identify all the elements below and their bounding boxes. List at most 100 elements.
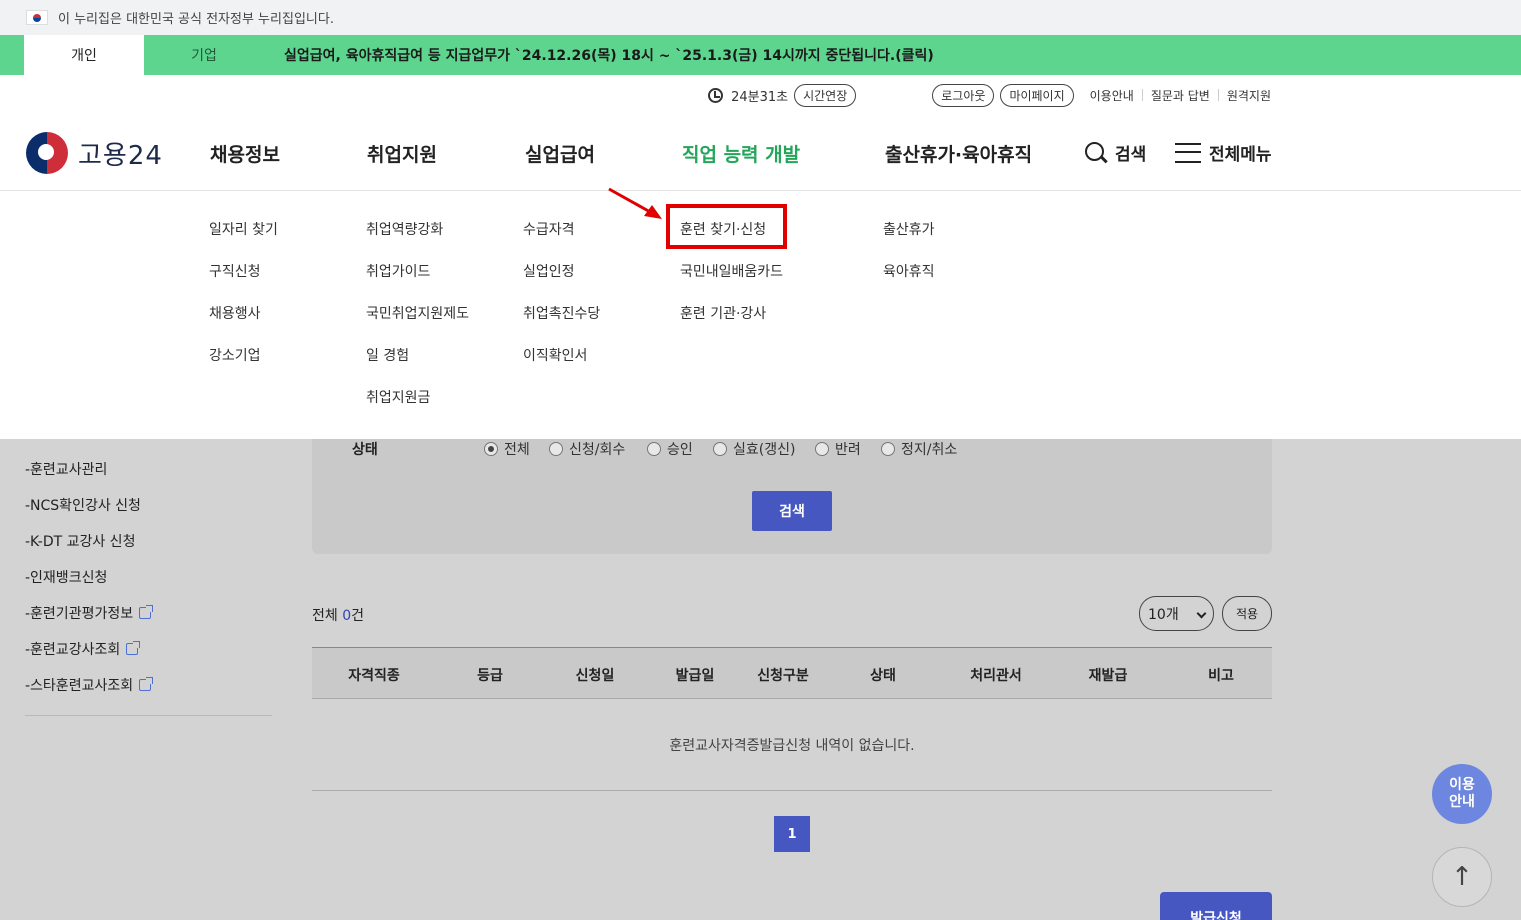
- status-radio-suspended[interactable]: 정지/취소: [881, 439, 957, 459]
- tab-business[interactable]: 기업: [144, 35, 264, 75]
- radio-icon: [881, 442, 895, 456]
- search-label: 검색: [1115, 145, 1147, 165]
- menu-item[interactable]: 육아휴직: [883, 261, 935, 281]
- sidebar-item-label: -훈련교강사조회: [25, 642, 121, 658]
- sidebar-item-label: -훈련기관평가정보: [25, 606, 134, 622]
- empty-table-message: 훈련교사자격증발급신청 내역이 없습니다.: [312, 699, 1272, 791]
- table-header: 자격직종 등급 신청일 발급일 신청구분 상태 처리관서 재발급 비고: [312, 647, 1272, 699]
- taegeuk-logo-icon: [26, 132, 68, 174]
- site-logo[interactable]: 고용24: [26, 132, 163, 174]
- chevron-down-icon: [1196, 608, 1207, 619]
- gov-banner-text: 이 누리집은 대한민국 공식 전자정부 누리집입니다.: [58, 12, 334, 27]
- search-icon: [1085, 141, 1107, 164]
- radio-checked-icon: [484, 442, 498, 456]
- nav-unemployment-benefit[interactable]: 실업급여: [525, 140, 595, 167]
- external-link-icon: [126, 641, 141, 655]
- radio-icon: [647, 442, 661, 456]
- sidebar-item[interactable]: -훈련교강사조회: [25, 639, 141, 659]
- menu-item[interactable]: 취업촉진수당: [523, 303, 600, 323]
- column-header: 신청일: [575, 668, 615, 684]
- help-line: 안내: [1449, 794, 1475, 810]
- menu-item[interactable]: 강소기업: [209, 345, 261, 365]
- menu-item[interactable]: 취업가이드: [366, 261, 430, 281]
- sidebar-item-label: -NCS확인강사 신청: [25, 498, 141, 514]
- status-radio-approved[interactable]: 승인: [647, 439, 693, 459]
- logout-button[interactable]: 로그아웃: [932, 83, 995, 107]
- search-button[interactable]: 검색: [1085, 140, 1146, 165]
- menu-item[interactable]: 취업역량강화: [366, 219, 443, 239]
- radio-label: 승인: [667, 442, 693, 458]
- sidebar-item[interactable]: -훈련기관평가정보: [25, 603, 154, 623]
- usage-guide-button[interactable]: 이용 안내: [1432, 764, 1492, 824]
- sidebar-item[interactable]: -K-DT 교강사 신청: [25, 531, 135, 551]
- column-header: 등급: [477, 668, 503, 684]
- column-header: 재발급: [1088, 668, 1128, 684]
- radio-label: 전체: [504, 442, 530, 458]
- arrow-up-icon: ↑: [1451, 862, 1473, 892]
- logo-text: 고용24: [78, 140, 163, 171]
- status-radio-all[interactable]: 전체: [484, 439, 530, 459]
- sidebar-item[interactable]: -훈련교사관리: [25, 459, 107, 479]
- sidebar-item[interactable]: -스타훈련교사조회: [25, 675, 154, 695]
- radio-icon: [713, 442, 727, 456]
- total-count: 전체 0건: [312, 605, 364, 625]
- issue-request-button[interactable]: 발급신청: [1160, 892, 1272, 920]
- menu-item[interactable]: 출산휴가: [883, 219, 935, 239]
- sidebar-item[interactable]: -NCS확인강사 신청: [25, 495, 141, 515]
- menu-item[interactable]: 일 경험: [366, 345, 409, 365]
- pagination-page-1[interactable]: 1: [774, 816, 810, 852]
- menu-item[interactable]: 취업지원금: [366, 387, 430, 407]
- sidebar-item-label: -인재뱅크신청: [25, 570, 108, 586]
- sidebar-item[interactable]: -인재뱅크신청: [25, 567, 107, 587]
- menu-item[interactable]: 일자리 찾기: [209, 219, 278, 239]
- radio-label: 반려: [835, 442, 861, 458]
- sidebar-divider: [25, 715, 272, 716]
- menu-item[interactable]: 국민취업지원제도: [366, 303, 469, 323]
- divider: [1141, 89, 1143, 101]
- status-radio-expired[interactable]: 실효(갱신): [713, 439, 795, 459]
- menu-item[interactable]: 채용행사: [209, 303, 261, 323]
- menu-item[interactable]: 실업인정: [523, 261, 575, 281]
- apply-button[interactable]: 적용: [1222, 596, 1272, 631]
- total-prefix: 전체: [312, 608, 338, 624]
- nav-employment-support[interactable]: 취업지원: [367, 140, 437, 167]
- hamburger-icon: [1175, 142, 1201, 163]
- nav-jobs[interactable]: 채용정보: [210, 140, 280, 167]
- menu-item[interactable]: 수급자격: [523, 219, 575, 239]
- status-radio-request[interactable]: 신청/회수: [549, 439, 625, 459]
- column-header: 자격직종: [348, 668, 400, 684]
- session-timer: 24분31초: [731, 89, 789, 105]
- all-menu-button[interactable]: 전체메뉴: [1175, 140, 1272, 165]
- page-size-select[interactable]: 10개: [1139, 596, 1214, 631]
- menu-item[interactable]: 훈련 기관·강사: [680, 303, 766, 323]
- sidebar-item-label: -훈련교사관리: [25, 462, 108, 478]
- nav-maternity-parental-leave[interactable]: 출산휴가·육아휴직: [885, 140, 1032, 167]
- main-header: 고용24 채용정보 취업지원 실업급여 직업 능력 개발 출산휴가·육아휴직 검…: [0, 118, 1521, 191]
- total-suffix: 건: [351, 608, 365, 624]
- annotation-highlight-box: [666, 204, 787, 249]
- menu-item[interactable]: 이직확인서: [523, 345, 587, 365]
- mypage-button[interactable]: 마이페이지: [1000, 83, 1074, 107]
- korea-flag-icon: [26, 10, 48, 25]
- remote-support-link[interactable]: 원격지원: [1227, 87, 1271, 104]
- notice-message-link[interactable]: 실업급여, 육아휴직급여 등 지급업무가 `24.12.26(목) 18시 ~ …: [284, 45, 934, 65]
- menu-item[interactable]: 구직신청: [209, 261, 261, 281]
- extend-session-button[interactable]: 시간연장: [794, 83, 857, 107]
- radio-icon: [815, 442, 829, 456]
- radio-label: 신청/회수: [569, 442, 626, 458]
- nav-vocational-training[interactable]: 직업 능력 개발: [682, 140, 800, 167]
- scroll-top-button[interactable]: ↑: [1432, 847, 1492, 907]
- external-link-icon: [139, 677, 154, 691]
- utility-bar: 24분31초 시간연장 로그아웃 마이페이지 이용안내 질문과 답변 원격지원: [708, 82, 1271, 108]
- sidebar-item-label: -K-DT 교강사 신청: [25, 534, 136, 550]
- form-search-button[interactable]: 검색: [752, 491, 832, 531]
- notice-bar: 개인 기업 실업급여, 육아휴직급여 등 지급업무가 `24.12.26(목) …: [0, 35, 1521, 75]
- guide-link[interactable]: 이용안내: [1090, 87, 1134, 104]
- qna-link[interactable]: 질문과 답변: [1151, 87, 1210, 104]
- tab-personal[interactable]: 개인: [24, 35, 144, 75]
- status-radio-rejected[interactable]: 반려: [815, 439, 861, 459]
- radio-label: 정지/취소: [901, 442, 958, 458]
- column-header: 상태: [870, 668, 896, 684]
- menu-item[interactable]: 국민내일배움카드: [680, 261, 783, 281]
- external-link-icon: [139, 605, 154, 619]
